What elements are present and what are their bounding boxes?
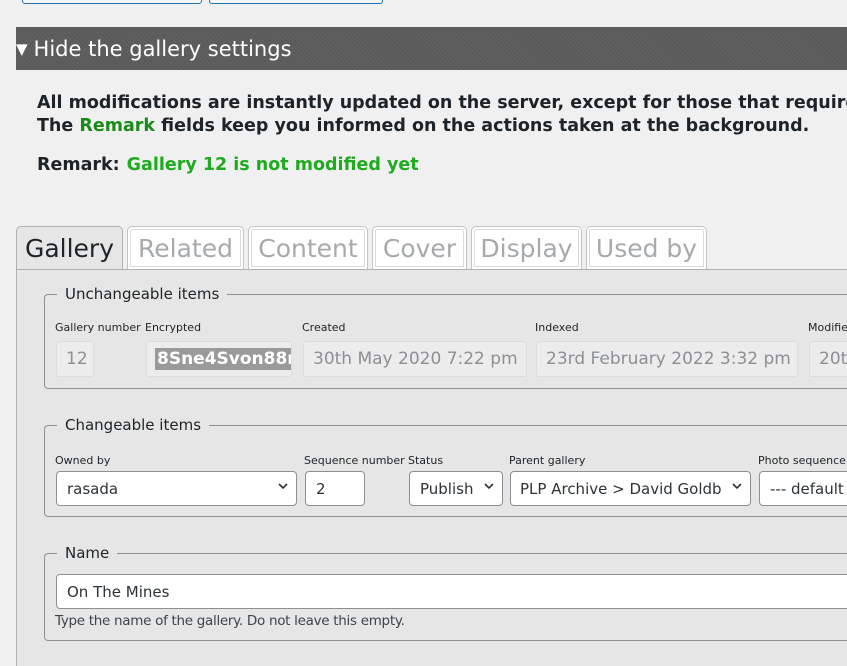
settings-tabs: Gallery Related Content Cover Display Us…	[16, 226, 711, 270]
status-value: Publish	[420, 479, 474, 498]
triangle-down-icon: ▼	[16, 39, 28, 58]
gallery-name-value: On The Mines	[67, 582, 170, 601]
owned-by-label: Owned by	[55, 454, 111, 467]
intro-line-1: All modifications are instantly updated …	[37, 93, 847, 113]
modified-value: 20t	[819, 349, 847, 369]
indexed-value: 23rd February 2022 3:32 pm	[546, 349, 791, 369]
remark-message: Gallery 12 is not modified yet	[126, 155, 419, 175]
remark-line: Remark: Gallery 12 is not modified yet	[37, 155, 419, 175]
created-label: Created	[302, 321, 346, 334]
sequence-number-value: 2	[316, 479, 326, 498]
modified-label: Modifie	[808, 321, 847, 334]
tab-cover[interactable]: Cover	[372, 226, 467, 269]
unchangeable-legend: Unchangeable items	[57, 285, 228, 303]
encrypted-field[interactable]: 8Sne4Svon88n	[146, 341, 292, 377]
intro-line-2-pre: The	[37, 116, 80, 136]
gallery-number-label: Gallery number	[55, 321, 141, 334]
owned-by-value: rasada	[67, 479, 119, 498]
gallery-number-value: 12	[66, 349, 88, 369]
collapse-bar-label: Hide the gallery settings	[33, 36, 292, 61]
encrypted-label: Encrypted	[145, 321, 202, 334]
indexed-label: Indexed	[535, 321, 579, 334]
hide-gallery-settings-toggle[interactable]: ▼ Hide the gallery settings	[16, 27, 847, 70]
intro-text: All modifications are instantly updated …	[37, 92, 847, 138]
tab-gallery[interactable]: Gallery	[16, 226, 123, 270]
intro-line-2: The Remark fields keep you informed on t…	[37, 115, 847, 138]
chevron-down-icon	[278, 483, 288, 490]
tab-display[interactable]: Display	[471, 226, 582, 269]
intro-remark-word: Remark	[79, 116, 156, 136]
indexed-field: 23rd February 2022 3:32 pm	[536, 341, 798, 377]
photo-sequence-select[interactable]: --- default	[759, 471, 847, 506]
remark-label: Remark:	[37, 155, 120, 175]
tab-used-by[interactable]: Used by	[586, 226, 707, 269]
owned-by-select[interactable]: rasada	[56, 471, 297, 506]
status-label: Status	[408, 454, 444, 467]
status-select[interactable]: Publish	[409, 471, 503, 506]
chevron-down-icon	[484, 483, 494, 490]
top-button-2[interactable]	[209, 0, 383, 4]
parent-gallery-value: PLP Archive > David Goldb	[520, 479, 722, 498]
sequence-number-label: Sequence number	[304, 454, 405, 467]
photo-sequence-label: Photo sequence	[758, 454, 846, 467]
top-button-1[interactable]	[22, 0, 202, 4]
modified-field: 20t	[809, 341, 847, 377]
sequence-number-input[interactable]: 2	[305, 471, 365, 506]
tab-content[interactable]: Content	[248, 226, 368, 269]
intro-line-2-post: fields keep you informed on the actions …	[155, 116, 810, 136]
encrypted-value: 8Sne4Svon88n	[155, 348, 291, 370]
parent-gallery-select[interactable]: PLP Archive > David Goldb	[510, 471, 751, 506]
photo-sequence-value: --- default	[770, 479, 844, 498]
tab-related[interactable]: Related	[127, 226, 244, 269]
created-field: 30th May 2020 7:22 pm	[303, 341, 527, 377]
created-value: 30th May 2020 7:22 pm	[313, 349, 518, 369]
changeable-legend: Changeable items	[57, 416, 210, 434]
chevron-down-icon	[732, 483, 742, 490]
gallery-number-field: 12	[56, 341, 94, 377]
gallery-name-hint: Type the name of the gallery. Do not lea…	[55, 613, 405, 629]
parent-gallery-label: Parent gallery	[509, 454, 586, 467]
name-legend: Name	[57, 544, 118, 562]
gallery-name-input[interactable]: On The Mines	[56, 574, 847, 609]
